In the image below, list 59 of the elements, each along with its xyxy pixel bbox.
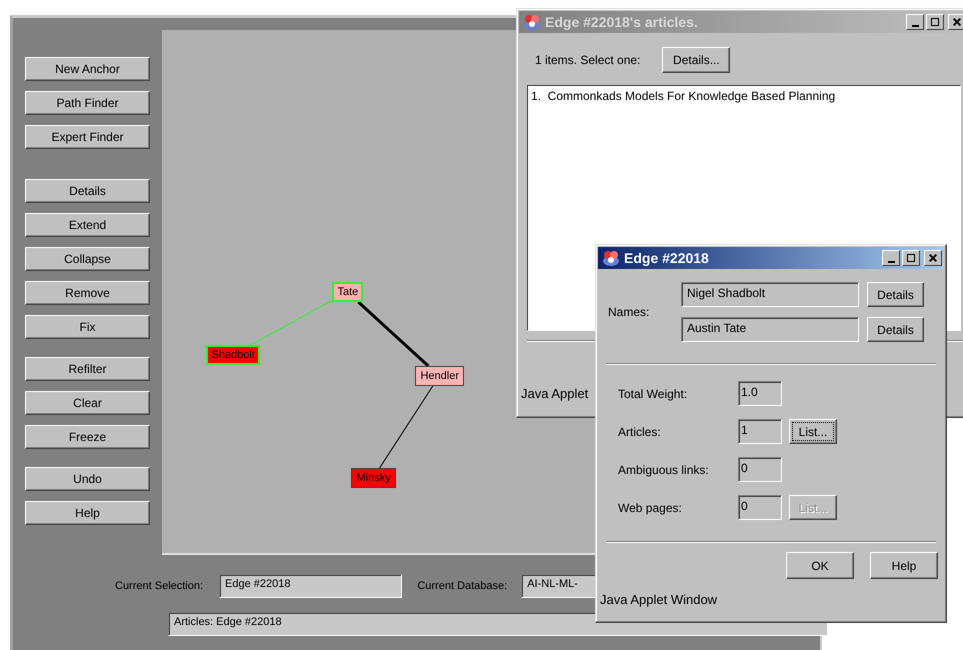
graph-edge[interactable] <box>380 386 434 468</box>
maximize-button[interactable] <box>902 250 920 266</box>
sidebar-button[interactable]: Remove <box>25 281 150 305</box>
graph-node[interactable]: Minsky <box>351 468 396 488</box>
sidebar-button[interactable]: Expert Finder <box>25 125 150 149</box>
sidebar-button[interactable]: Extend <box>25 213 150 237</box>
graph-edge[interactable] <box>358 300 430 368</box>
list-button[interactable]: List... <box>789 419 837 444</box>
details-button[interactable]: Details... <box>662 47 730 73</box>
close-button[interactable] <box>924 250 942 266</box>
sidebar-button[interactable]: Clear <box>25 391 150 415</box>
list-item[interactable]: 1. Commonkads Models For Knowledge Based Planning <box>530 89 958 103</box>
sidebar-button[interactable]: Help <box>25 501 150 525</box>
prompt-text: 1 items. Select one: <box>535 53 640 67</box>
graph-node[interactable]: Tate <box>332 282 364 302</box>
sidebar-button[interactable]: New Anchor <box>25 57 150 81</box>
value-field[interactable]: 0 <box>738 457 782 482</box>
maximize-button[interactable] <box>926 14 944 30</box>
sidebar-button[interactable]: Freeze <box>25 425 150 449</box>
maximize-icon <box>931 18 939 26</box>
field-label: Web pages: <box>618 500 683 514</box>
sidebar-button[interactable]: Collapse <box>25 247 150 271</box>
footer-text: Java Applet Window <box>600 592 718 607</box>
sidebar-button[interactable]: Path Finder <box>25 91 150 115</box>
name-field[interactable]: Nigel Shadbolt <box>681 282 859 307</box>
name-field[interactable]: Austin Tate <box>681 317 859 342</box>
field-label: Current Selection: <box>115 580 204 592</box>
dialog-button[interactable]: Help <box>870 552 938 579</box>
maximize-icon <box>907 254 915 262</box>
field-label: Articles: <box>618 424 662 438</box>
field-label: Ambiguous links: <box>618 462 710 476</box>
window-title: Edge #22018's articles. <box>545 14 699 30</box>
window-title: Edge #22018 <box>624 250 710 266</box>
value-field[interactable]: 0 <box>738 495 782 520</box>
close-button[interactable] <box>948 14 963 30</box>
value-field[interactable]: 1.0 <box>738 381 782 406</box>
minimize-icon <box>912 24 918 26</box>
sidebar-button[interactable]: Details <box>25 179 150 203</box>
minimize-button[interactable] <box>882 250 900 266</box>
details-button[interactable]: Details <box>867 317 924 342</box>
sidebar-button[interactable]: Fix <box>25 315 150 339</box>
details-button[interactable]: Details <box>867 282 924 307</box>
sidebar-button[interactable]: Refilter <box>25 357 150 381</box>
graph-node[interactable]: Hendler <box>415 366 464 386</box>
minimize-icon <box>888 260 894 262</box>
sidebar-button[interactable]: Undo <box>25 467 150 491</box>
close-icon <box>929 254 937 262</box>
app-icon <box>602 249 620 267</box>
graph-node[interactable]: Shadbolt <box>206 345 260 365</box>
close-icon <box>953 18 961 26</box>
field-label: Current Database: <box>417 580 508 592</box>
value-field[interactable]: 1 <box>738 419 782 444</box>
dialog-button[interactable]: OK <box>786 552 854 579</box>
selection-field[interactable]: Edge #22018 <box>219 574 402 598</box>
field-label: Names: <box>608 305 650 319</box>
footer-text: Java Applet <box>521 386 588 401</box>
field-label: Total Weight: <box>618 386 688 400</box>
minimize-button[interactable] <box>906 14 924 30</box>
app-icon <box>523 13 541 31</box>
